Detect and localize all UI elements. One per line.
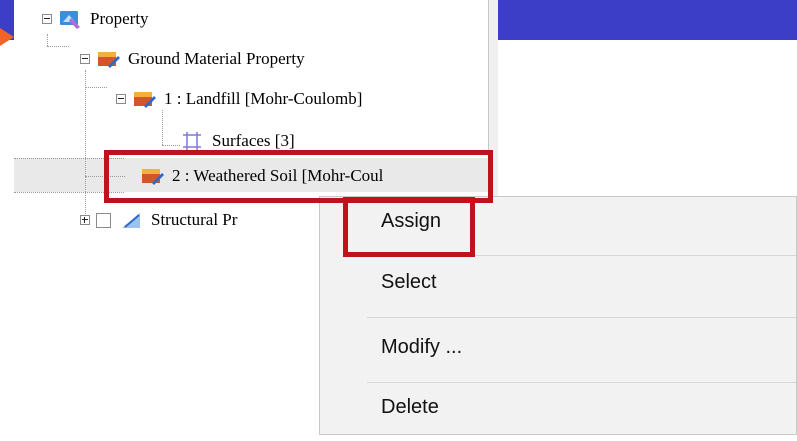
tree-line: [162, 110, 163, 145]
tree-item-landfill[interactable]: 1 : Landfill [Mohr-Coulomb]: [116, 84, 362, 114]
menu-item-label: Delete: [381, 396, 439, 418]
menu-item-label: Modify ...: [381, 336, 463, 358]
tree-item-label: Surfaces [3]: [212, 131, 295, 150]
structural-icon: [122, 213, 140, 228]
tree-item-label: Structural Pr: [151, 210, 238, 229]
tree-line: [85, 70, 86, 218]
tree-line: [47, 34, 48, 46]
surface-grid-icon: [183, 132, 201, 151]
collapse-icon[interactable]: [42, 14, 52, 24]
collapse-icon[interactable]: [80, 54, 90, 64]
tree-line: [47, 46, 69, 47]
collapse-icon[interactable]: [116, 94, 126, 104]
material-icon: [134, 92, 156, 108]
tree-item-structural-property[interactable]: Structural Pr: [80, 205, 237, 232]
expand-icon[interactable]: [80, 215, 90, 225]
property-icon: [60, 11, 80, 29]
visibility-checkbox[interactable]: [96, 212, 111, 228]
menu-item-label: Select: [381, 271, 437, 293]
ground-material-icon: [98, 52, 120, 68]
tree-item-label: Property: [90, 9, 149, 28]
annotation-highlight-assign: [343, 197, 475, 257]
tree-item-ground-material-property[interactable]: Ground Material Property: [80, 44, 305, 74]
tree-line: [85, 87, 107, 88]
tree-item-label: 1 : Landfill [Mohr-Coulomb]: [164, 89, 363, 108]
annotation-highlight-tree-item: [104, 150, 493, 203]
tree-item-label: Ground Material Property: [128, 49, 305, 68]
tree-line: [162, 145, 180, 146]
menu-separator: [367, 317, 796, 318]
tree-item-property[interactable]: Property: [42, 4, 149, 34]
arrow-marker-icon: [0, 28, 14, 46]
menu-item-delete[interactable]: Delete: [320, 383, 796, 441]
menu-item-select[interactable]: Select: [320, 258, 796, 316]
menu-item-modify[interactable]: Modify ...: [320, 323, 796, 381]
